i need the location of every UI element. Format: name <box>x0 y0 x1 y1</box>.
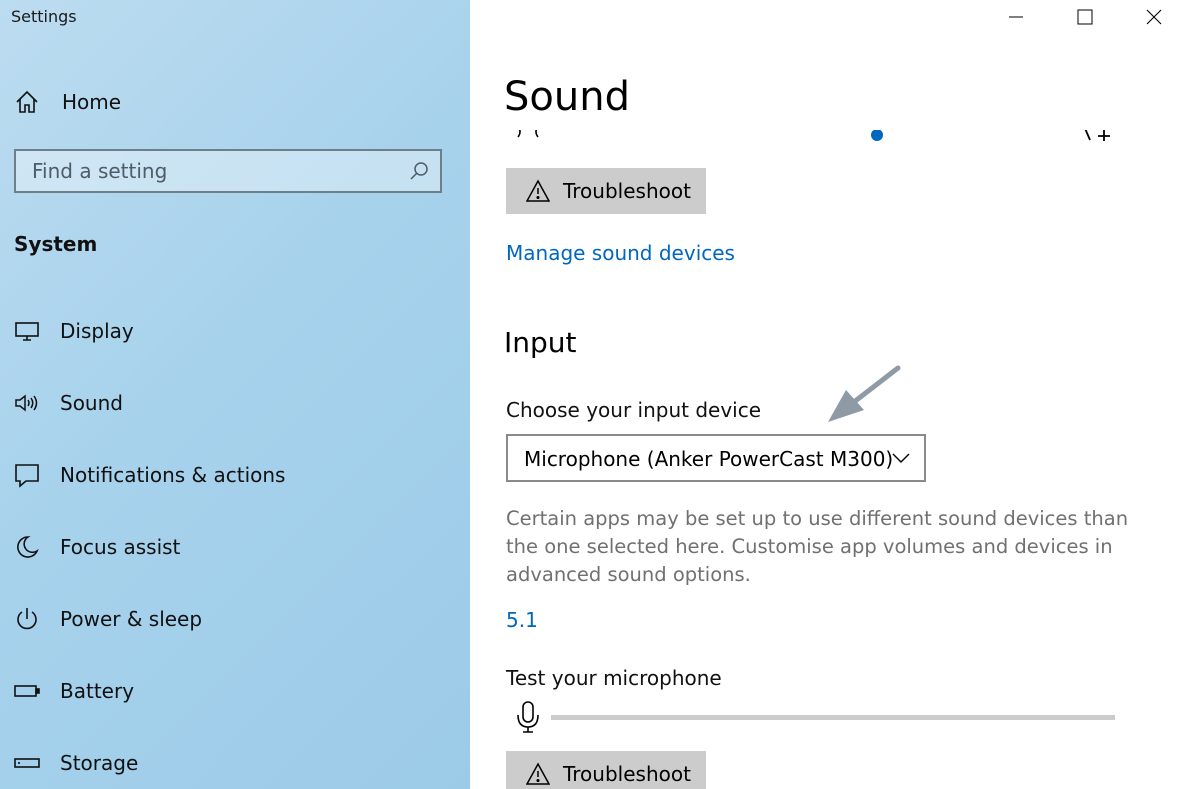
notification-icon <box>14 462 40 488</box>
sidebar-item-label: Home <box>62 90 122 114</box>
sidebar-item-battery[interactable]: Battery <box>0 667 470 715</box>
sidebar-item-power-sleep[interactable]: Power & sleep <box>0 595 470 643</box>
sidebar-item-home[interactable]: Home <box>0 78 470 126</box>
warning-icon <box>525 179 551 203</box>
content-scroll-area[interactable]: Troubleshoot Manage sound devices Input … <box>470 130 1179 789</box>
annotation-arrow <box>828 365 901 422</box>
microphone-level-meter <box>551 715 1115 720</box>
storage-icon <box>14 750 40 776</box>
minimize-button[interactable] <box>993 0 1039 34</box>
sidebar-item-label: Power & sleep <box>60 607 203 631</box>
group-title: System <box>14 232 98 256</box>
sidebar-item-label: Sound <box>60 391 123 415</box>
sidebar: Settings Home System Display Sound Notif… <box>0 0 470 789</box>
search-input[interactable] <box>32 151 402 191</box>
sidebar-item-focus-assist[interactable]: Focus assist <box>0 523 470 571</box>
monitor-icon <box>14 318 40 344</box>
minimize-icon <box>1009 16 1023 18</box>
moon-icon <box>14 534 40 560</box>
troubleshoot-button[interactable]: Troubleshoot <box>506 168 706 214</box>
maximize-button[interactable] <box>1062 0 1108 34</box>
input-section-title: Input <box>504 326 577 359</box>
sidebar-item-label: Notifications & actions <box>60 463 286 487</box>
sidebar-item-notifications[interactable]: Notifications & actions <box>0 451 470 499</box>
sidebar-item-label: Focus assist <box>60 535 181 559</box>
input-device-description: Certain apps may be set up to use differ… <box>506 507 1129 586</box>
warning-icon <box>525 762 551 786</box>
close-button[interactable] <box>1131 0 1177 34</box>
sidebar-item-display[interactable]: Display <box>0 307 470 355</box>
home-icon <box>14 89 40 115</box>
sidebar-item-sound[interactable]: Sound <box>0 379 470 427</box>
chevron-down-icon <box>892 450 910 466</box>
close-icon <box>1146 9 1162 25</box>
input-device-label: Choose your input device <box>506 398 762 422</box>
battery-icon <box>14 678 40 704</box>
input-device-dropdown[interactable]: Microphone (Anker PowerCast M300) <box>506 434 926 482</box>
sidebar-item-label: Battery <box>60 679 135 703</box>
device-properties-link[interactable]: 5.1 <box>506 608 538 632</box>
sidebar-item-label: Storage <box>60 751 139 775</box>
sidebar-item-label: Display <box>60 319 134 343</box>
app-title: Settings <box>11 7 77 26</box>
test-microphone-label: Test your microphone <box>506 666 722 690</box>
power-icon <box>14 606 40 632</box>
page-title: Sound <box>504 74 630 120</box>
input-troubleshoot-button[interactable]: Troubleshoot <box>506 751 706 789</box>
search-box[interactable] <box>14 149 442 193</box>
troubleshoot-label: Troubleshoot <box>563 762 691 786</box>
volume-row-partial <box>517 130 1110 141</box>
manage-sound-devices-link[interactable]: Manage sound devices <box>506 241 735 265</box>
sidebar-item-storage[interactable]: Storage <box>0 739 470 787</box>
input-device-value: Microphone (Anker PowerCast M300) <box>524 447 894 471</box>
maximize-icon <box>1077 9 1093 25</box>
microphone-icon <box>514 700 542 734</box>
troubleshoot-label: Troubleshoot <box>563 179 691 203</box>
speaker-icon <box>14 390 40 416</box>
search-icon[interactable] <box>408 160 430 182</box>
